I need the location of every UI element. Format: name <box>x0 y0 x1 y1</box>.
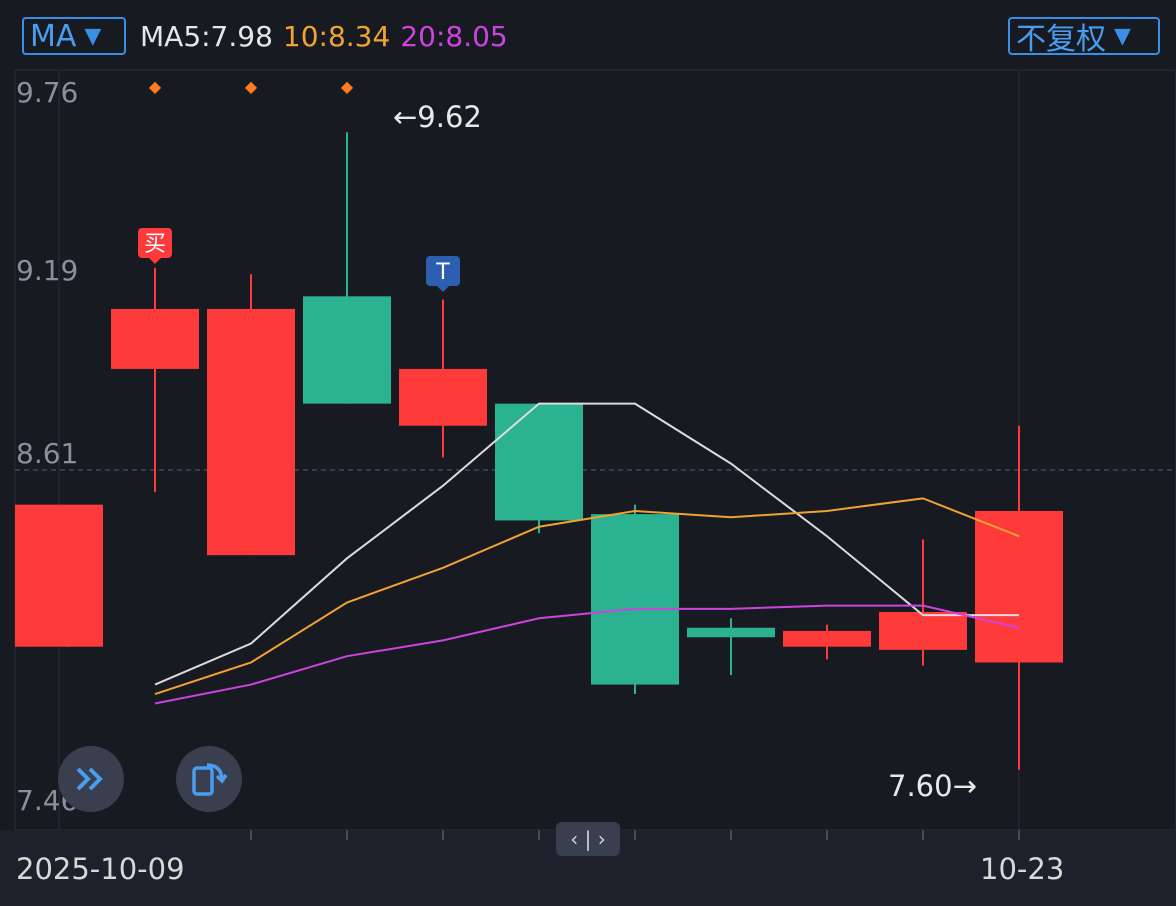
candle-body <box>975 510 1063 663</box>
candle <box>15 504 103 647</box>
fast-forward-button[interactable] <box>58 746 124 812</box>
top-marker: ◆ <box>149 77 162 96</box>
candle <box>207 274 295 556</box>
candle <box>591 504 679 695</box>
rotate-screen-icon <box>192 763 228 796</box>
candle-body <box>495 403 583 521</box>
scroll-handle[interactable]: ‹ | › <box>556 822 620 856</box>
buy-marker: 买 <box>138 228 172 264</box>
scroll-handle-icon: ‹ | › <box>570 827 606 851</box>
high-price-label: ←9.62 <box>393 100 482 134</box>
candle-body <box>783 630 871 647</box>
top-marker: ◆ <box>245 77 258 96</box>
low-price-label: 7.60→ <box>888 769 977 803</box>
candle-body <box>303 296 391 404</box>
candle-body <box>399 368 487 426</box>
candle-body <box>687 627 775 638</box>
rotate-screen-button[interactable] <box>176 746 242 812</box>
x-label-start: 2025-10-09 <box>16 852 185 886</box>
x-label-end: 10-23 <box>980 852 1065 886</box>
candle <box>975 425 1063 770</box>
candle <box>111 267 199 493</box>
candle-body <box>879 611 967 650</box>
candle <box>495 403 583 534</box>
buy-marker-text: 买 <box>144 232 166 257</box>
t-marker: T <box>426 256 460 292</box>
plot-frame <box>14 69 1176 831</box>
candle-body <box>591 514 679 685</box>
t-marker-pointer <box>437 286 449 292</box>
y-tick-label: 9.76 <box>16 76 78 109</box>
top-marker: ◆ <box>341 77 354 96</box>
y-tick-label: 8.61 <box>16 437 78 470</box>
candle-body <box>207 308 295 556</box>
candle-body <box>15 504 103 647</box>
buy-marker-pointer <box>149 258 161 264</box>
candle <box>399 299 487 458</box>
candle <box>879 539 967 666</box>
candle <box>783 624 871 660</box>
candle-body <box>111 308 199 369</box>
candle <box>303 132 391 404</box>
candle <box>687 618 775 676</box>
double-chevron-right-icon <box>76 767 103 791</box>
t-marker-text: T <box>435 260 450 285</box>
y-tick-label: 9.19 <box>16 254 78 287</box>
